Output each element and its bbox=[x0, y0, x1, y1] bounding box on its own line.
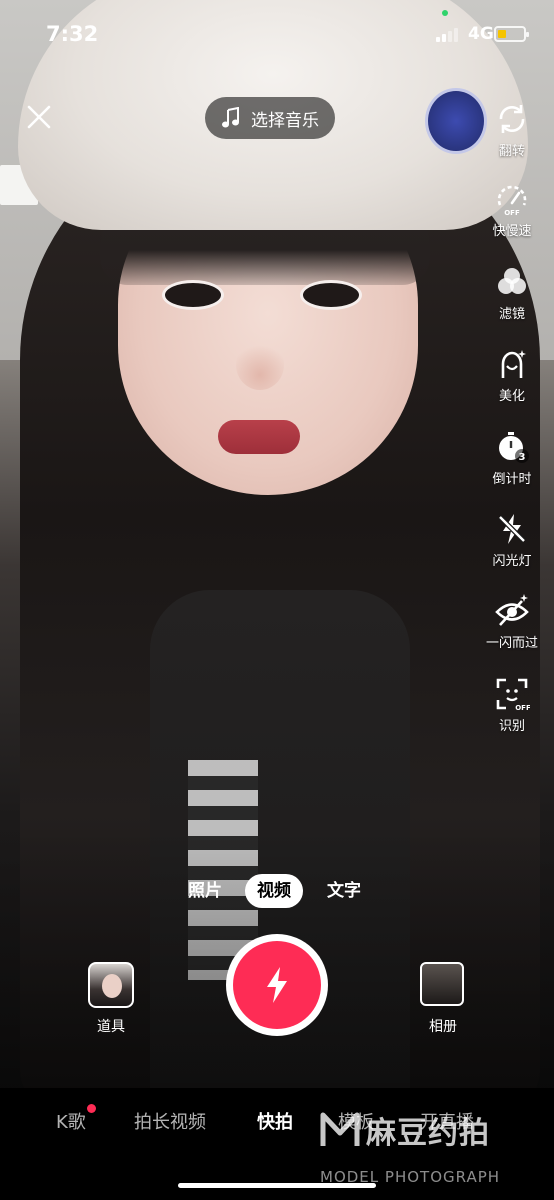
watermark-text: 麻豆约拍 bbox=[366, 1116, 490, 1151]
camera-preview bbox=[0, 0, 554, 1088]
flip-button[interactable]: 翻转 bbox=[482, 100, 542, 159]
filter-icon bbox=[493, 263, 531, 301]
tab-quick-shot[interactable]: 快拍 bbox=[257, 1108, 293, 1134]
filter-button[interactable]: 滤镜 bbox=[482, 263, 542, 322]
tab-karaoke-label: K歌 bbox=[56, 1112, 86, 1133]
recognize-button[interactable]: OFF 识别 bbox=[482, 675, 542, 734]
beautify-button[interactable]: 美化 bbox=[482, 345, 542, 404]
flip-label: 翻转 bbox=[498, 144, 525, 159]
lightning-icon bbox=[267, 967, 287, 1003]
network-type: 4G bbox=[468, 24, 494, 44]
battery-level bbox=[498, 30, 506, 38]
beautify-icon bbox=[493, 345, 531, 383]
music-note-icon bbox=[222, 107, 239, 128]
shutter-button[interactable] bbox=[226, 934, 328, 1036]
watermark: 麻豆约拍 bbox=[320, 1108, 490, 1152]
speed-button[interactable]: OFF 快慢速 bbox=[482, 180, 542, 239]
props-label: 道具 bbox=[97, 1019, 125, 1035]
flip-camera-icon bbox=[493, 100, 531, 138]
nose-shape bbox=[236, 340, 284, 390]
close-button[interactable] bbox=[22, 100, 56, 134]
select-music-label: 选择音乐 bbox=[251, 110, 319, 131]
album-button[interactable] bbox=[420, 962, 464, 1006]
flash-by-button[interactable]: 一闪而过 bbox=[482, 592, 542, 651]
tab-karaoke[interactable]: K歌 bbox=[56, 1104, 96, 1134]
privacy-indicator bbox=[442, 10, 448, 16]
timer-badge: 3 bbox=[519, 452, 526, 463]
recognize-label: 识别 bbox=[498, 719, 525, 734]
flash-label: 闪光灯 bbox=[492, 554, 532, 569]
left-eye-shape bbox=[162, 280, 224, 310]
status-time: 7:32 bbox=[46, 22, 99, 46]
lips-shape bbox=[218, 420, 300, 454]
speed-badge: OFF bbox=[504, 209, 520, 217]
filter-label: 滤镜 bbox=[498, 307, 525, 322]
flash-by-label: 一闪而过 bbox=[485, 636, 538, 651]
flash-button[interactable]: 闪光灯 bbox=[482, 510, 542, 569]
props-thumbnail bbox=[102, 974, 122, 998]
right-eye-shape bbox=[300, 280, 362, 310]
tab-long-video[interactable]: 拍长视频 bbox=[134, 1108, 206, 1134]
flash-by-icon bbox=[493, 592, 531, 630]
props-button[interactable] bbox=[88, 962, 134, 1008]
recognize-badge: OFF bbox=[515, 704, 530, 712]
select-music-button[interactable]: 选择音乐 bbox=[205, 97, 335, 139]
speed-label: 快慢速 bbox=[492, 224, 532, 239]
flash-off-icon bbox=[493, 510, 531, 548]
timer-icon: 3 bbox=[493, 428, 531, 466]
timer-button[interactable]: 3 倒计时 bbox=[482, 428, 542, 487]
mode-video[interactable]: 视频 bbox=[245, 874, 303, 908]
mode-photo[interactable]: 照片 bbox=[188, 874, 222, 908]
home-indicator bbox=[178, 1183, 376, 1188]
speed-icon: OFF bbox=[493, 180, 531, 218]
recognize-icon: OFF bbox=[493, 675, 531, 713]
notification-dot bbox=[86, 1104, 96, 1113]
status-bar: 7:32 4G bbox=[0, 0, 554, 60]
hat-badge-shape bbox=[425, 88, 487, 154]
close-icon bbox=[27, 105, 51, 129]
shutter-inner bbox=[233, 941, 321, 1029]
beautify-label: 美化 bbox=[498, 389, 525, 404]
album-label: 相册 bbox=[429, 1019, 457, 1035]
mode-text[interactable]: 文字 bbox=[327, 874, 361, 908]
battery-icon bbox=[494, 26, 529, 42]
watermark-logo-icon bbox=[320, 1112, 360, 1146]
timer-label: 倒计时 bbox=[492, 472, 532, 487]
capture-mode-selector: 照片 视频 文字 bbox=[0, 874, 554, 908]
signal-icon bbox=[436, 28, 458, 42]
